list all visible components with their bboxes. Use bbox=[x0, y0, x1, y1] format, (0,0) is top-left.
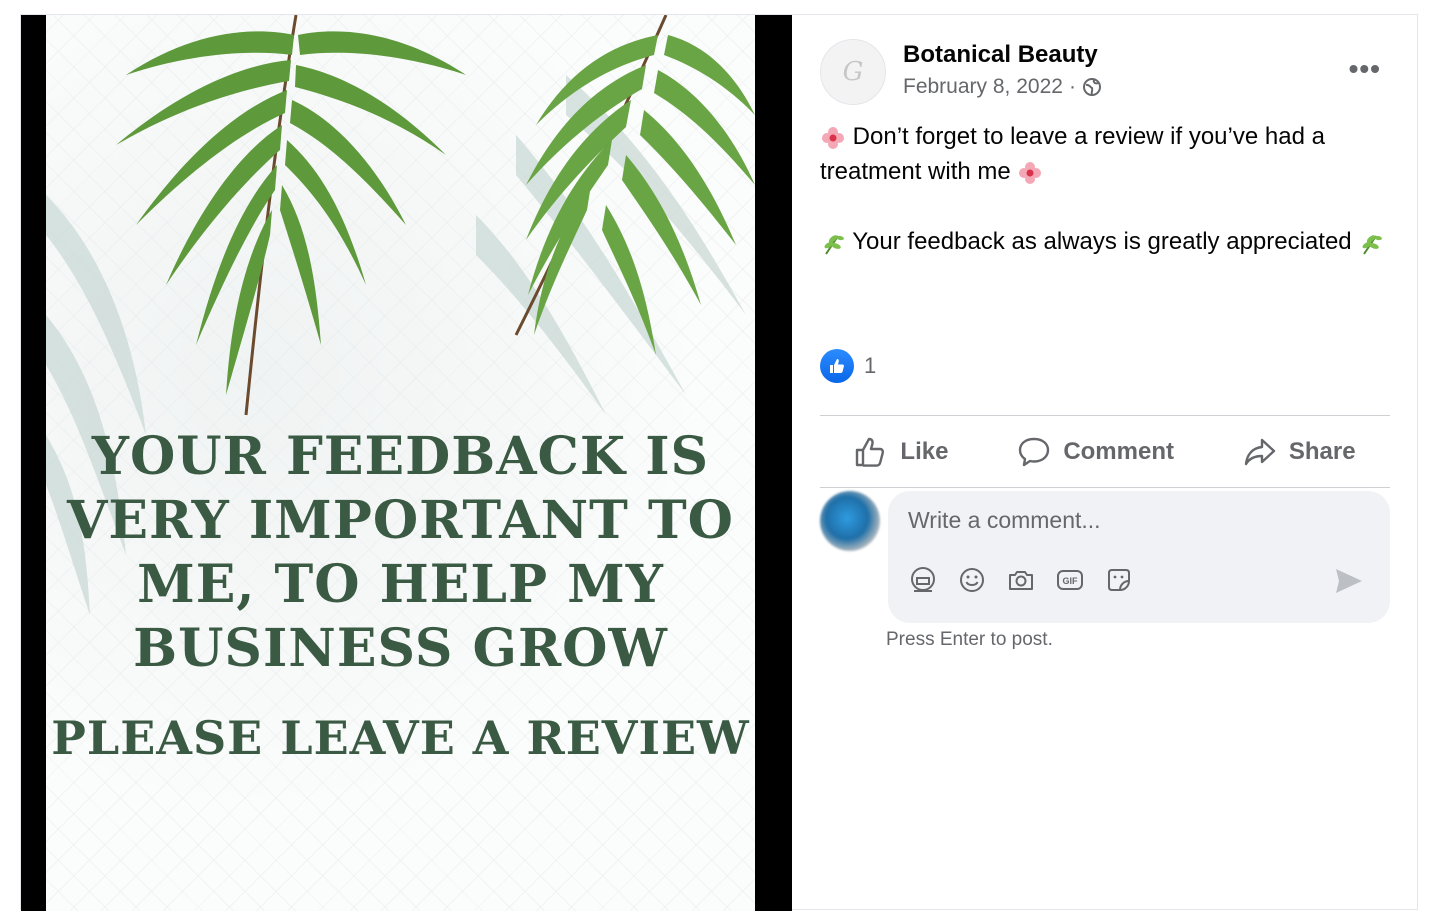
poster-image: YOUR FEEDBACK IS VERY IMPORTANT TO ME, T… bbox=[46, 15, 755, 911]
post-details: G Botanical Beauty February 8, 2022 · ••… bbox=[792, 15, 1417, 911]
reaction-count: 1 bbox=[864, 353, 877, 378]
poster-call-to-action: PLEASE LEAVE A REVIEW bbox=[51, 711, 750, 765]
post-text: Don’t forget to leave a review if you’ve… bbox=[820, 119, 1400, 294]
more-options-icon[interactable]: ••• bbox=[1349, 53, 1381, 85]
camera-icon[interactable] bbox=[1006, 565, 1036, 595]
share-label: Share bbox=[1288, 438, 1356, 465]
meta-separator: · bbox=[1068, 75, 1076, 98]
post-paragraph-2: Your feedback as always is greatly appre… bbox=[820, 224, 1400, 259]
emoji-icon[interactable] bbox=[957, 565, 987, 595]
post-card: YOUR FEEDBACK IS VERY IMPORTANT TO ME, T… bbox=[20, 14, 1418, 911]
like-reaction-icon bbox=[820, 349, 854, 383]
post-paragraph-1: Don’t forget to leave a review if you’ve… bbox=[820, 119, 1400, 189]
page-logo-icon: G bbox=[842, 57, 864, 87]
gif-label: GIF bbox=[1063, 576, 1079, 586]
divider-bottom bbox=[820, 487, 1390, 488]
post-hint: Press Enter to post. bbox=[886, 629, 1053, 650]
avatar-sticker-icon[interactable] bbox=[908, 565, 938, 595]
post-paragraph-1-text: Don’t forget to leave a review if you’ve… bbox=[820, 123, 1325, 185]
sticker-icon[interactable] bbox=[1104, 565, 1134, 595]
post-media[interactable]: YOUR FEEDBACK IS VERY IMPORTANT TO ME, T… bbox=[21, 15, 792, 911]
post-date[interactable]: February 8, 2022 bbox=[903, 75, 1063, 99]
herb-emoji-icon bbox=[824, 234, 844, 255]
current-user-avatar[interactable] bbox=[820, 491, 880, 551]
share-button[interactable]: Share bbox=[1243, 436, 1356, 468]
comment-button[interactable]: Comment bbox=[1017, 436, 1174, 468]
comment-composer: GIF bbox=[888, 491, 1390, 623]
like-button[interactable]: Like bbox=[854, 436, 948, 468]
composer-tools: GIF bbox=[908, 565, 1134, 595]
post-meta: February 8, 2022 · bbox=[903, 75, 1102, 99]
flower-emoji-icon bbox=[822, 126, 844, 149]
comment-label: Comment bbox=[1063, 438, 1174, 465]
flower-emoji-icon bbox=[1019, 161, 1042, 184]
poster-headline: YOUR FEEDBACK IS VERY IMPORTANT TO ME, T… bbox=[67, 426, 734, 679]
divider-top bbox=[820, 415, 1390, 416]
like-label: Like bbox=[900, 438, 949, 465]
comment-bubble-icon bbox=[1019, 437, 1050, 467]
herb-emoji-icon bbox=[1362, 234, 1383, 255]
post-actions: Like Comment Share bbox=[820, 417, 1390, 487]
comment-input[interactable] bbox=[908, 507, 1348, 534]
author-name[interactable]: Botanical Beauty bbox=[903, 41, 1098, 69]
page-avatar[interactable]: G bbox=[820, 39, 886, 105]
reaction-summary[interactable]: 1 bbox=[820, 349, 876, 383]
gif-icon[interactable]: GIF bbox=[1055, 565, 1085, 595]
globe-icon[interactable] bbox=[1082, 77, 1102, 97]
share-arrow-icon bbox=[1244, 438, 1276, 466]
post-paragraph-2-text: Your feedback as always is greatly appre… bbox=[852, 228, 1352, 255]
send-icon[interactable] bbox=[1334, 567, 1364, 595]
thumbs-up-icon bbox=[856, 437, 885, 467]
